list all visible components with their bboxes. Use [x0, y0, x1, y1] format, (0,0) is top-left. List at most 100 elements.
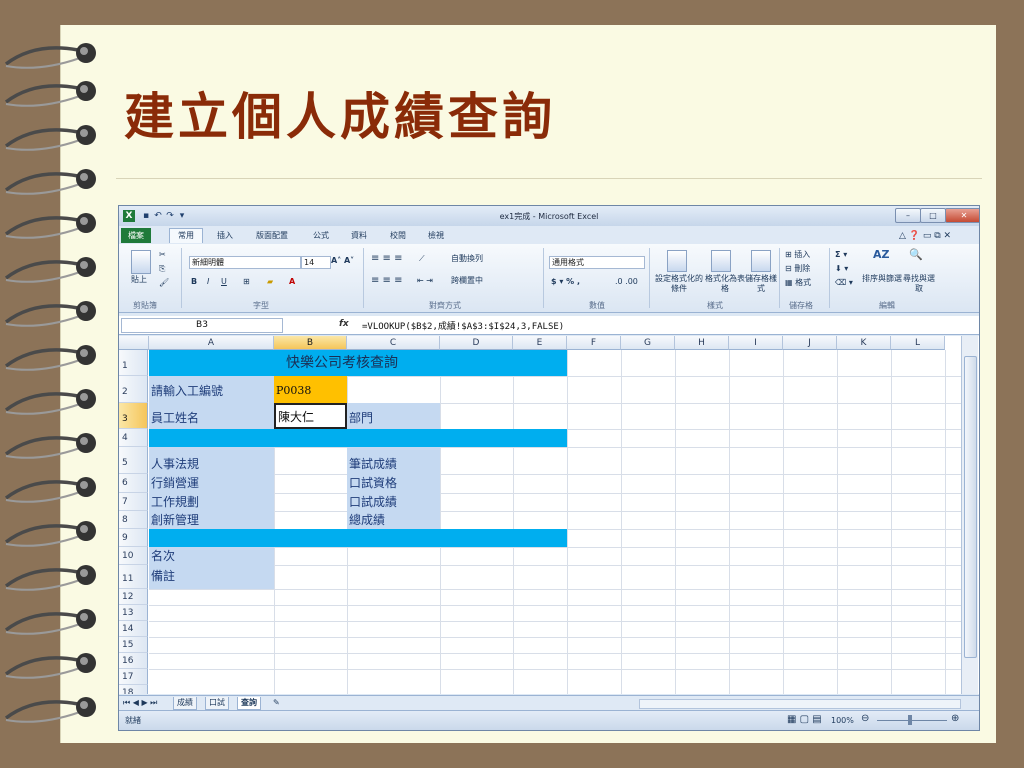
sort-filter-button[interactable]: 排序與篩選	[857, 274, 907, 284]
column-header[interactable]: H	[675, 336, 729, 350]
row-header[interactable]: 14	[119, 621, 148, 637]
merge-center-button[interactable]: 跨欄置中	[451, 276, 483, 286]
vertical-scrollbar[interactable]	[961, 336, 978, 694]
scroll-thumb[interactable]	[964, 356, 977, 658]
clear-icon[interactable]: ⌫ ▾	[835, 278, 853, 288]
delete-cells-button[interactable]: ⊟ 刪除	[785, 264, 810, 274]
align-left-icon[interactable]: ≡ ≡ ≡	[371, 276, 403, 286]
row-header[interactable]: 11	[119, 565, 148, 589]
column-header[interactable]: A	[149, 336, 274, 350]
row-header[interactable]: 17	[119, 669, 148, 685]
column-header[interactable]: L	[891, 336, 945, 350]
wrap-text-button[interactable]: 自動換列	[451, 254, 483, 264]
fill-color-icon[interactable]: ▰	[267, 277, 273, 287]
row-header[interactable]: 7	[119, 493, 148, 511]
column-header[interactable]: K	[837, 336, 891, 350]
undo-icon[interactable]: ↶	[153, 211, 163, 221]
column-header[interactable]: I	[729, 336, 783, 350]
label-cell[interactable]: 筆試成績	[347, 447, 440, 474]
zoom-out-icon[interactable]: ⊖	[861, 714, 869, 724]
label-cell[interactable]: 總成績	[347, 511, 440, 529]
font-name-select[interactable]: 新細明體	[189, 256, 301, 269]
column-header[interactable]: G	[621, 336, 675, 350]
label-cell[interactable]: 口試成績	[347, 493, 440, 511]
column-header[interactable]: C	[347, 336, 440, 350]
redo-icon[interactable]: ↷	[165, 211, 175, 221]
row-header[interactable]: 1	[119, 350, 148, 376]
minimize-button[interactable]: –	[895, 208, 921, 223]
column-header[interactable]: B	[274, 336, 347, 350]
find-select-button[interactable]: 尋找與選取	[903, 274, 935, 294]
row-header[interactable]: 10	[119, 547, 148, 565]
italic-icon[interactable]: I	[207, 277, 209, 287]
close-button[interactable]: ✕	[945, 208, 979, 223]
sheet-tab-scores[interactable]: 成績	[173, 697, 197, 710]
excel-app-icon[interactable]: X	[123, 210, 135, 222]
select-all-corner[interactable]	[119, 336, 149, 350]
format-table-icon[interactable]	[711, 250, 731, 272]
tab-view[interactable]: 檢視	[428, 229, 444, 243]
column-header[interactable]: J	[783, 336, 837, 350]
tab-file[interactable]: 檔案	[121, 228, 151, 243]
sort-filter-icon[interactable]: AZ	[873, 249, 890, 260]
paste-button[interactable]: 貼上	[131, 275, 147, 285]
new-sheet-icon[interactable]: ✎	[273, 698, 280, 708]
maximize-button[interactable]: □	[920, 208, 946, 223]
tab-data[interactable]: 資料	[351, 229, 367, 243]
label-cell[interactable]: 部門	[347, 403, 440, 429]
conditional-format-icon[interactable]	[667, 250, 687, 272]
label-cell[interactable]: 備註	[149, 565, 274, 589]
autosum-icon[interactable]: Σ ▾	[835, 250, 847, 260]
column-header[interactable]: F	[567, 336, 621, 350]
label-cell[interactable]: 人事法規	[149, 447, 274, 474]
label-cell[interactable]: 名次	[149, 547, 274, 565]
column-header[interactable]: E	[513, 336, 567, 350]
help-icon[interactable]: △ ❓ ▭ ⧉ ✕	[899, 229, 951, 243]
save-icon[interactable]: ▪	[141, 211, 151, 221]
format-painter-icon[interactable]: 🖌	[159, 278, 169, 288]
label-cell[interactable]: 請輸入工編號	[149, 376, 274, 403]
conditional-format-button[interactable]: 設定格式化的條件	[653, 274, 705, 294]
indent-icon[interactable]: ⇤ ⇥	[417, 276, 433, 286]
row-header[interactable]: 18	[119, 685, 148, 694]
currency-icon[interactable]: $ ▾ % ,	[551, 277, 580, 287]
tab-formulas[interactable]: 公式	[313, 229, 329, 243]
label-cell[interactable]: 口試資格	[347, 474, 440, 493]
paste-icon[interactable]	[131, 250, 151, 274]
zoom-in-icon[interactable]: ⊕	[951, 714, 959, 724]
label-cell[interactable]: 工作規劃	[149, 493, 274, 511]
insert-function-icon[interactable]: fx	[339, 319, 349, 329]
name-box[interactable]: B3	[121, 318, 283, 333]
zoom-slider-thumb[interactable]	[908, 715, 912, 725]
sheet-tab-interview[interactable]: 口試	[205, 697, 229, 710]
bold-icon[interactable]: B	[191, 277, 197, 287]
align-top-icon[interactable]: ≡ ≡ ≡	[371, 254, 403, 264]
row-header[interactable]: 3	[119, 403, 148, 429]
cell-styles-icon[interactable]	[751, 250, 771, 272]
worksheet-grid[interactable]: A B C D E F G H I J K L 1 2 3 4 5 6 7 8 …	[119, 336, 979, 694]
copy-icon[interactable]: ⎘	[159, 264, 165, 274]
row-header[interactable]: 5	[119, 447, 148, 474]
row-header[interactable]: 16	[119, 653, 148, 669]
zoom-level[interactable]: 100%	[831, 716, 854, 726]
tab-review[interactable]: 校閱	[390, 229, 406, 243]
fill-icon[interactable]: ⬇ ▾	[835, 264, 848, 274]
row-header[interactable]: 4	[119, 429, 148, 447]
row-header[interactable]: 13	[119, 605, 148, 621]
find-icon[interactable]: 🔍	[909, 249, 923, 260]
label-cell[interactable]: 行銷營運	[149, 474, 274, 493]
underline-icon[interactable]: U	[221, 277, 227, 287]
row-header[interactable]: 12	[119, 589, 148, 605]
format-table-button[interactable]: 格式化為表格	[705, 274, 745, 294]
row-header[interactable]: 2	[119, 376, 148, 403]
employee-id-input[interactable]: P0038	[274, 376, 347, 403]
cell-styles-button[interactable]: 儲存格樣式	[745, 274, 777, 294]
tab-home[interactable]: 常用	[169, 228, 203, 243]
sheet-nav-icon[interactable]: ⏮ ◀ ▶ ⏭	[123, 698, 157, 708]
label-cell[interactable]: 員工姓名	[149, 403, 274, 429]
row-header[interactable]: 8	[119, 511, 148, 529]
cut-icon[interactable]: ✂	[159, 250, 166, 260]
label-cell[interactable]: 創新管理	[149, 511, 274, 529]
decimal-icon[interactable]: .0 .00	[615, 277, 638, 287]
column-header[interactable]: D	[440, 336, 513, 350]
